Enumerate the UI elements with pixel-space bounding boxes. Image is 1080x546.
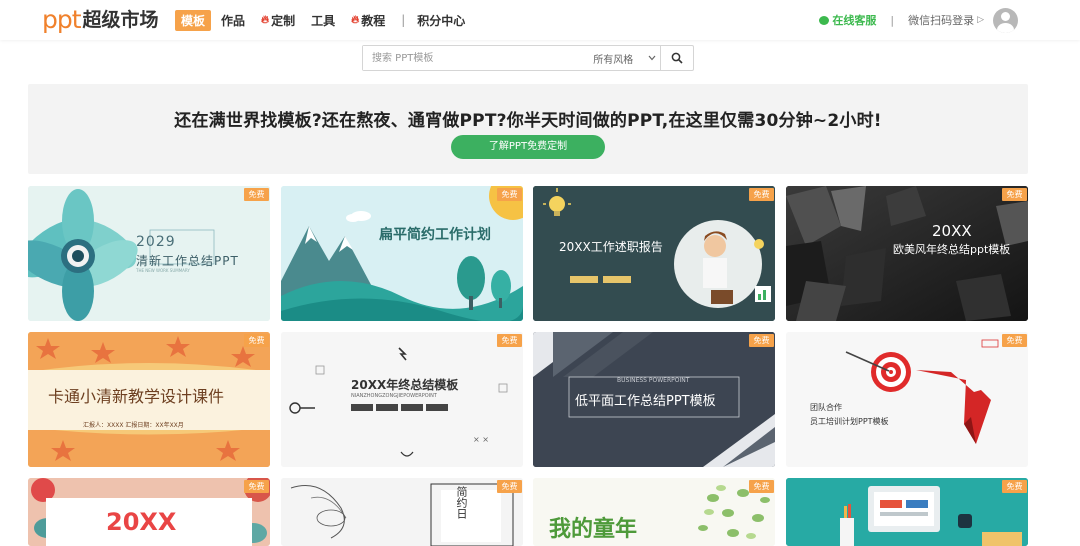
nav-item-works[interactable]: 作品 — [221, 12, 245, 29]
search-button[interactable] — [660, 46, 693, 70]
nav-item-tutorials[interactable]: 🔥︎ 教程 — [351, 12, 385, 29]
chevron-down-icon — [648, 55, 656, 61]
card-title: 团队合作 — [810, 403, 842, 412]
free-badge: 免费 — [749, 188, 774, 201]
site-logo[interactable]: ppt 超级市场 — [42, 6, 159, 34]
free-badge: 免费 — [244, 188, 269, 201]
avatar[interactable] — [993, 8, 1018, 33]
card-subtitle: 清新工作总结PPT — [136, 254, 239, 268]
play-arrow-icon: ▷ — [977, 15, 984, 25]
template-card[interactable]: 卡通小清新教学设计课件 汇报人：XXXX 汇报日期：XX年XX月 免费 — [28, 332, 270, 467]
header-right: 在线客服 | 微信扫码登录 ▷ — [819, 10, 984, 30]
card-thumbnail — [281, 478, 523, 546]
banner-title: 还在满世界找模板?还在熬夜、通宵做PPT?你半天时间做的PPT,在这里仅需30分… — [174, 111, 882, 131]
header-separator: | — [890, 13, 895, 27]
top-header: ppt 超级市场 模板 作品 🔥︎ 定制 工具 🔥︎ 教程 | 积分中心 在线客服 … — [0, 0, 1080, 40]
template-card[interactable]: 20XX 免费 — [28, 478, 270, 546]
template-card[interactable]: 20XX 欧美风年终总结ppt模板 免费 — [786, 186, 1028, 321]
card-title: 20XX — [106, 508, 177, 536]
free-badge: 免费 — [1002, 480, 1027, 493]
card-title: 低平面工作总结PPT模板 — [575, 394, 716, 409]
template-card[interactable]: × × 20XX年终总结模板 NIANZHONGZONGJIEPOWERPOIN… — [281, 332, 523, 467]
nav-item-label: 教程 — [361, 13, 386, 28]
nav-item-label: 工具 — [311, 13, 336, 28]
fire-icon: 🔥︎ — [261, 13, 270, 26]
nav-item-label: 积分中心 — [417, 13, 466, 28]
nav-item-label: 定制 — [271, 13, 296, 28]
free-badge: 免费 — [244, 334, 269, 347]
card-title: 简约日 — [455, 486, 468, 519]
template-card[interactable]: 团队合作 员工培训计划PPT模板 免费 — [786, 332, 1028, 467]
template-card[interactable]: 扁平简约工作计划 免费 — [281, 186, 523, 321]
search-bar: 所有风格 — [362, 45, 694, 71]
nav-separator: | — [401, 13, 406, 27]
free-badge: 免费 — [1002, 334, 1027, 347]
page: ppt 超级市场 模板 作品 🔥︎ 定制 工具 🔥︎ 教程 | 积分中心 在线客服 … — [0, 0, 1080, 546]
chat-icon — [819, 15, 830, 25]
nav-item-custom[interactable]: 🔥︎ 定制 — [261, 12, 295, 29]
card-subtitle: BUSINESS POWERPOINT — [617, 377, 690, 384]
template-card[interactable]: 免费 — [786, 478, 1028, 546]
free-badge: 免费 — [244, 480, 269, 493]
promo-banner: 还在满世界找模板?还在熬夜、通宵做PPT?你半天时间做的PPT,在这里仅需30分… — [28, 84, 1028, 174]
main-nav: 模板 作品 🔥︎ 定制 工具 🔥︎ 教程 | 积分中心 — [175, 9, 481, 31]
search-input[interactable] — [363, 46, 589, 70]
nav-item-label: 模板 — [181, 13, 206, 28]
free-badge: 免费 — [497, 188, 522, 201]
nav-item-label: 作品 — [221, 13, 246, 28]
template-card[interactable]: 20XX工作述职报告 免费 — [533, 186, 775, 321]
avatar-head — [1001, 12, 1010, 21]
card-thumbnail — [281, 186, 523, 321]
logo-ppt-text: ppt — [42, 5, 82, 34]
card-title: 20XX工作述职报告 — [559, 240, 663, 254]
fire-icon: 🔥︎ — [351, 13, 360, 26]
template-card[interactable]: 2029 清新工作总结PPT THE NEW WORK SUMMARY 免费 — [28, 186, 270, 321]
card-subtitle: 欧美风年终总结ppt模板 — [893, 243, 1011, 256]
login-label: 微信扫码登录 — [908, 14, 975, 27]
template-card[interactable]: 我的童年 免费 — [533, 478, 775, 546]
nav-item-tools[interactable]: 工具 — [311, 12, 335, 29]
wechat-login-link[interactable]: 微信扫码登录 ▷ — [908, 12, 984, 28]
card-title: 20XX年终总结模板 — [351, 378, 459, 392]
free-badge: 免费 — [749, 334, 774, 347]
card-subtitle: 汇报人：XXXX 汇报日期：XX年XX月 — [83, 422, 184, 429]
template-card[interactable]: 简约日 免费 — [281, 478, 523, 546]
template-card[interactable]: BUSINESS POWERPOINT 低平面工作总结PPT模板 免费 — [533, 332, 775, 467]
card-title: 20XX — [932, 222, 972, 240]
svg-text:× ×: × × — [473, 435, 489, 444]
style-select-value: 所有风格 — [593, 54, 634, 66]
card-subtitle: 员工培训计划PPT模板 — [810, 417, 889, 426]
free-badge: 免费 — [497, 334, 522, 347]
card-thumbnail: × × — [281, 332, 523, 467]
search-icon — [671, 52, 683, 64]
nav-item-points-center[interactable]: 积分中心 — [417, 12, 465, 29]
free-badge: 免费 — [1002, 188, 1027, 201]
online-service-link[interactable]: 在线客服 — [819, 12, 876, 28]
card-thumbnail — [786, 478, 1028, 546]
free-badge: 免费 — [749, 480, 774, 493]
free-custom-button[interactable]: 了解PPT免费定制 — [451, 135, 605, 159]
card-subtitle: NIANZHONGZONGJIEPOWERPOINT — [351, 393, 437, 399]
card-title: 我的童年 — [549, 517, 638, 542]
card-title: 扁平简约工作计划 — [379, 227, 491, 243]
free-badge: 免费 — [497, 480, 522, 493]
online-service-label: 在线客服 — [832, 14, 877, 27]
nav-item-templates[interactable]: 模板 — [175, 9, 212, 31]
card-thumbnail — [786, 332, 1028, 467]
style-select[interactable]: 所有风格 — [588, 46, 660, 70]
card-extra: THE NEW WORK SUMMARY — [136, 268, 190, 273]
card-title: 卡通小清新教学设计课件 — [48, 387, 225, 406]
avatar-body — [997, 23, 1014, 33]
logo-name-text: 超级市场 — [82, 9, 159, 31]
card-title: 2029 — [136, 234, 176, 250]
